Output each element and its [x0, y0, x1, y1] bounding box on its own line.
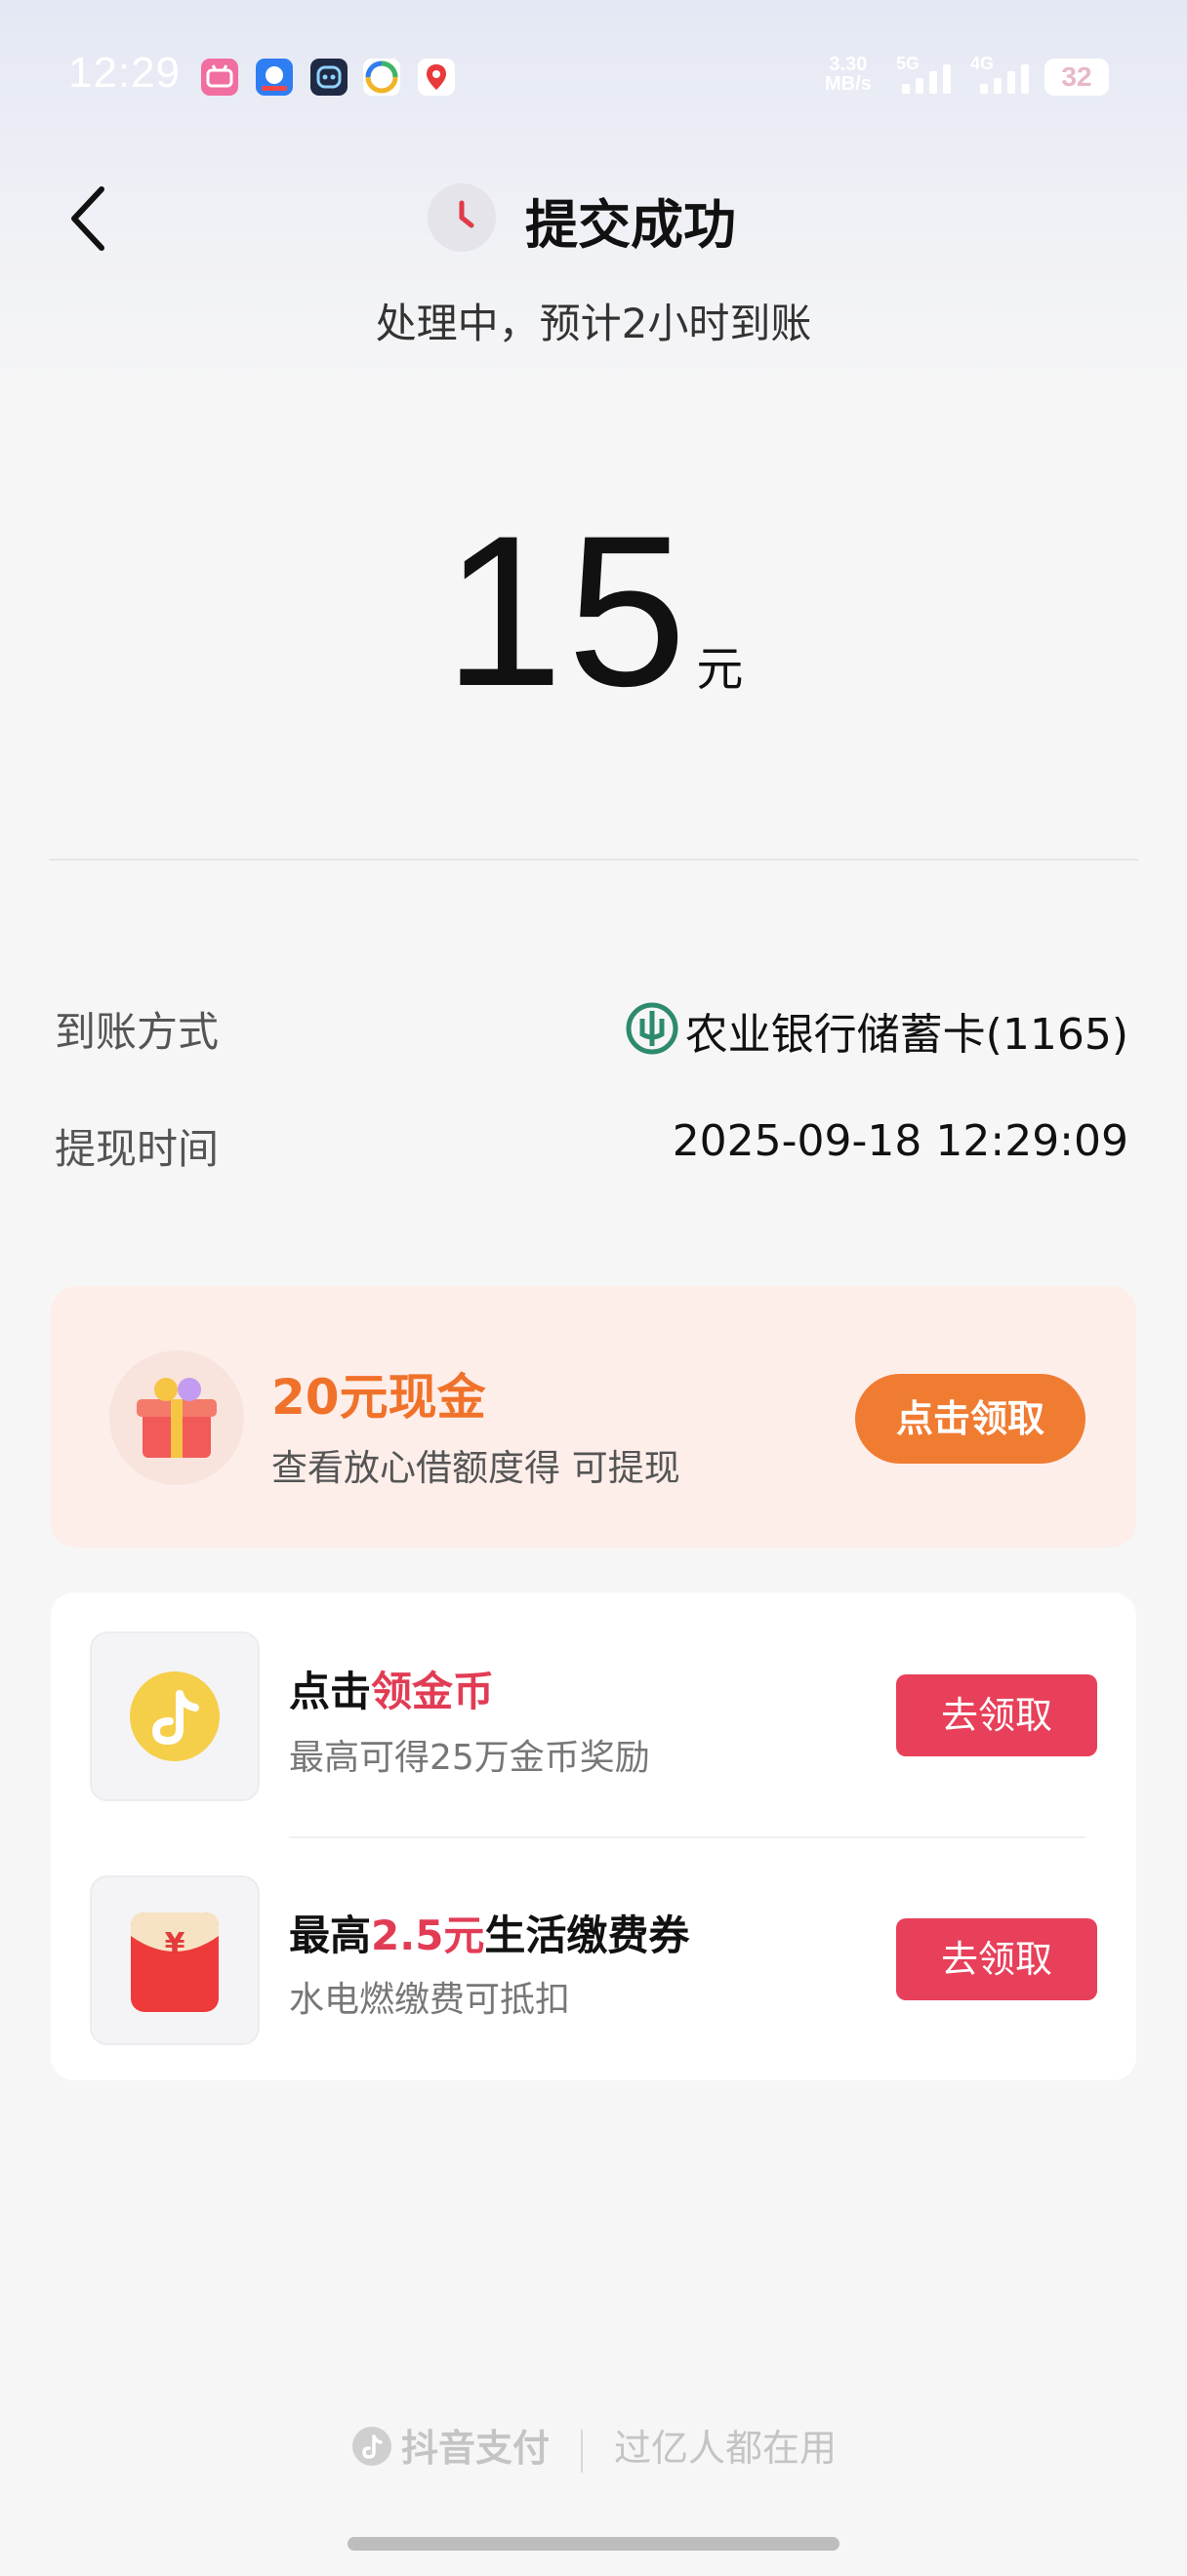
time-label: 提现时间 — [55, 1125, 220, 1173]
network-speed: 3.30 MB/s — [825, 54, 872, 95]
task-subtitle: 最高可得25万金币奖励 — [289, 1738, 650, 1778]
footer-brand: 抖音支付 — [400, 2427, 550, 2470]
home-indicator[interactable] — [348, 2537, 839, 2551]
coin-icon — [90, 1631, 260, 1801]
back-button[interactable] — [62, 181, 117, 256]
method-label: 到账方式 — [55, 1008, 220, 1056]
svg-text:¥: ¥ — [165, 1927, 185, 1961]
amount-unit: 元 — [696, 642, 744, 697]
signal-bars-icon — [900, 60, 959, 100]
divider — [49, 859, 1138, 861]
map-pin-app-icon — [418, 59, 455, 96]
red-envelope-icon: ¥ — [90, 1875, 260, 2045]
status-time: 12:29 — [68, 49, 182, 97]
signal-bars-icon — [978, 60, 1037, 100]
promo-title: 20元现金 — [271, 1369, 486, 1426]
task-title: 最高2.5元生活缴费券 — [289, 1912, 690, 1959]
promo-subtitle: 查看放心借额度得 可提现 — [271, 1447, 680, 1489]
chevron-left-icon — [71, 186, 104, 251]
haluo-icon — [256, 59, 293, 96]
footer-separator — [581, 2429, 583, 2473]
clock-icon — [428, 183, 496, 252]
footer: 抖音支付 过亿人都在用 — [0, 2418, 1187, 2476]
claim-cash-button[interactable]: 点击领取 — [855, 1374, 1085, 1464]
task-subtitle: 水电燃缴费可抵扣 — [289, 1980, 571, 2020]
amount-value: 15 — [443, 491, 691, 731]
douyin-pay-icon — [350, 2425, 393, 2476]
claim-coins-button[interactable]: 去领取 — [896, 1674, 1097, 1756]
bilibili-icon — [201, 59, 238, 96]
claim-voucher-button[interactable]: 去领取 — [896, 1918, 1097, 2000]
task-title: 点击领金币 — [289, 1668, 495, 1715]
processing-status: 处理中，预计2小时到账 — [375, 300, 812, 347]
time-value: 2025-09-18 12:29:09 — [672, 1116, 1128, 1166]
page-title: 提交成功 — [525, 194, 736, 256]
footer-slogan: 过亿人都在用 — [614, 2427, 838, 2470]
divider — [289, 1836, 1085, 1838]
method-value: 农业银行储蓄卡(1165) — [684, 1010, 1128, 1060]
withdraw-amount: 15 元 — [0, 488, 1187, 735]
abc-bank-icon — [625, 1001, 679, 1056]
robot-app-icon — [310, 59, 348, 96]
gift-box-icon — [109, 1350, 244, 1485]
colorful-app-icon — [363, 59, 400, 96]
battery-indicator: 32 — [1044, 59, 1109, 96]
